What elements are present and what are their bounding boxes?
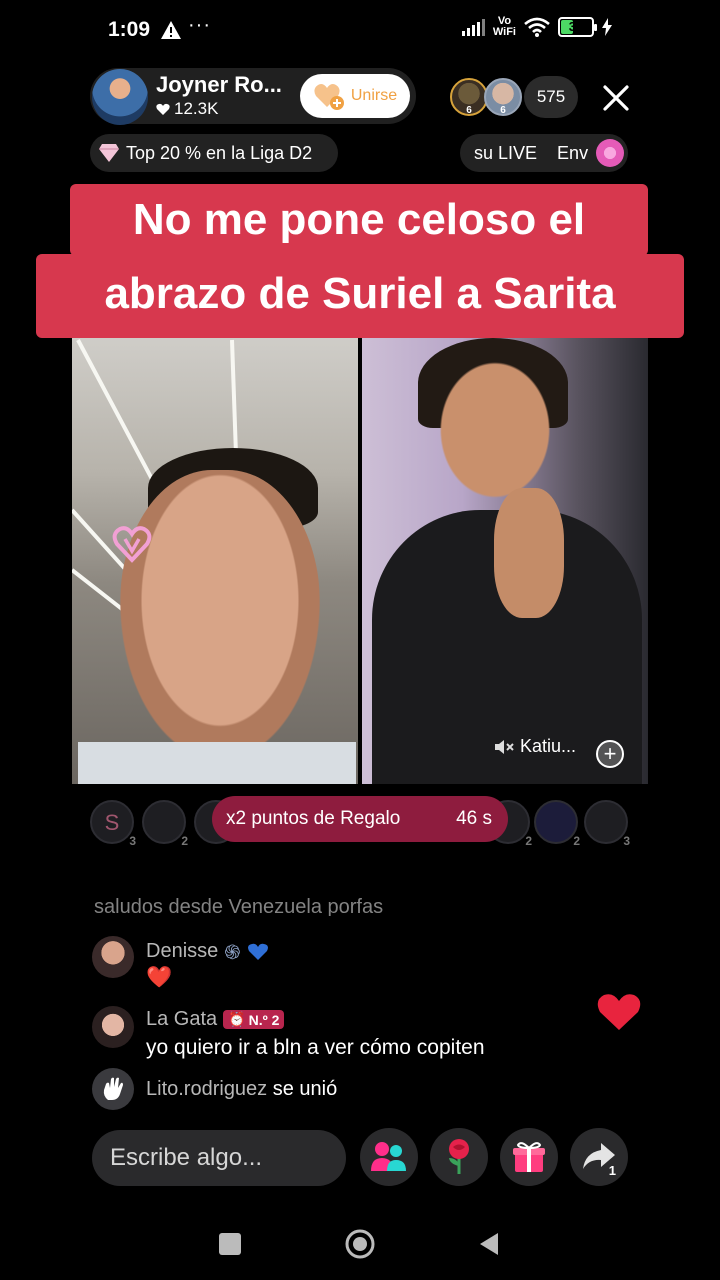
viewer-rank-badge: 6 bbox=[466, 105, 472, 116]
gift-points-timer: 46 s bbox=[456, 808, 492, 829]
caption-line-2: abrazo de Suriel a Sarita bbox=[36, 254, 684, 338]
join-button[interactable]: Unirse bbox=[300, 74, 410, 118]
viewer-avatar[interactable]: 6 bbox=[484, 78, 522, 116]
host-likes-count: 12.3K bbox=[174, 99, 219, 118]
status-bar: 1:09 ··· Vo WiFi 38 bbox=[0, 0, 720, 62]
muted-speaker-icon bbox=[495, 739, 514, 754]
chat-avatar[interactable] bbox=[92, 936, 134, 978]
viewer-avatar[interactable]: 6 bbox=[450, 78, 488, 116]
live-promo-pill[interactable]: su LIVE Env bbox=[460, 134, 628, 172]
gift-points-banner[interactable]: x2 puntos de Regalo 46 s bbox=[212, 796, 508, 842]
share-count: 1 bbox=[608, 1163, 616, 1178]
rose-icon bbox=[449, 1139, 469, 1174]
status-more-dots: ··· bbox=[188, 14, 211, 36]
alarm-icon: ⏰ bbox=[228, 1011, 246, 1027]
people-icon bbox=[371, 1142, 406, 1171]
rose-gift-button[interactable] bbox=[430, 1128, 488, 1186]
host-video-shirt bbox=[78, 742, 356, 784]
fingerprint-icon: ֍ bbox=[224, 942, 241, 964]
gifter-avatar[interactable]: 3 bbox=[584, 800, 630, 848]
join-username[interactable]: Lito.rodriguez bbox=[146, 1078, 267, 1100]
chat-username[interactable]: Denisse ֍ bbox=[146, 938, 269, 965]
charging-icon bbox=[602, 18, 612, 36]
flower-gift-icon bbox=[596, 139, 624, 167]
rank-badge: ⏰ N.º 2 bbox=[223, 1010, 285, 1029]
status-time: 1:09 bbox=[108, 18, 151, 41]
caption-line-1: No me pone celoso el bbox=[70, 184, 648, 256]
league-rank-label: Top 20 % en la Liga D2 bbox=[126, 142, 313, 163]
gift-button[interactable] bbox=[500, 1128, 558, 1186]
chat-avatar[interactable] bbox=[92, 1006, 134, 1048]
viewer-count[interactable]: 575 bbox=[524, 76, 578, 118]
gifter-avatar[interactable]: S 3 bbox=[90, 800, 136, 848]
guest-name-tag[interactable]: Katiu... bbox=[494, 736, 576, 757]
gifter-avatar[interactable]: 2 bbox=[142, 800, 188, 848]
back-triangle-icon[interactable] bbox=[474, 1228, 506, 1260]
chat-message-faded: saludos desde Venezuela porfas bbox=[94, 896, 384, 916]
live-promo-label: su LIVE bbox=[474, 142, 538, 163]
viewer-rank-badge: 6 bbox=[500, 105, 506, 116]
battery-icon: 38 bbox=[558, 17, 597, 37]
league-rank-pill[interactable]: Top 20 % en la Liga D2 bbox=[90, 134, 338, 172]
heart-icon bbox=[156, 103, 170, 115]
gifter-avatar[interactable]: 2 bbox=[534, 800, 580, 848]
gift-box-icon bbox=[513, 1142, 545, 1172]
heart-plus-icon bbox=[314, 84, 344, 110]
warning-icon bbox=[161, 21, 181, 39]
floating-heart-icon bbox=[597, 994, 641, 1030]
join-button-label: Unirse bbox=[350, 87, 398, 104]
share-button[interactable]: 1 bbox=[570, 1128, 628, 1186]
multi-guest-button[interactable] bbox=[360, 1128, 418, 1186]
guest-name: Katiu... bbox=[520, 736, 577, 756]
recents-square-icon[interactable] bbox=[214, 1228, 246, 1260]
gift-points-label: x2 puntos de Regalo bbox=[226, 808, 401, 829]
battery-level: 38 bbox=[568, 19, 584, 34]
host-video-face bbox=[120, 470, 320, 760]
diamond-icon bbox=[99, 144, 119, 162]
status-indicators: Vo WiFi 38 bbox=[461, 15, 612, 38]
guest-video-face bbox=[430, 350, 560, 510]
follow-guest-button[interactable]: + bbox=[596, 740, 624, 768]
vowifi-label: Vo WiFi bbox=[492, 15, 516, 38]
host-likes: 12.3K bbox=[156, 99, 218, 119]
signal-icon bbox=[461, 18, 485, 36]
chat-text: ❤️ bbox=[146, 966, 173, 989]
system-nav-bar bbox=[0, 1210, 720, 1280]
host-name[interactable]: Joyner Ro... bbox=[156, 72, 282, 98]
blue-heart-icon bbox=[247, 943, 268, 960]
close-icon[interactable] bbox=[598, 80, 634, 116]
top-viewers[interactable]: 6 6 575 bbox=[448, 76, 578, 118]
wifi-icon bbox=[524, 17, 550, 37]
home-circle-icon[interactable] bbox=[344, 1228, 376, 1260]
comment-input[interactable] bbox=[92, 1130, 346, 1186]
join-text: Lito.rodriguez se unió bbox=[146, 1078, 338, 1100]
chat-username[interactable]: La Gata ⏰ N.º 2 bbox=[146, 1008, 285, 1031]
host-card[interactable]: Joyner Ro... 12.3K Unirse bbox=[90, 68, 416, 125]
chat-text: yo quiero ir a bln a ver cómo copiten bbox=[146, 1036, 485, 1059]
wave-hand-icon bbox=[92, 1068, 134, 1110]
host-avatar[interactable] bbox=[92, 69, 148, 125]
live-promo-label-2: Env bbox=[557, 142, 589, 163]
heart-sticker-icon bbox=[112, 526, 152, 563]
guest-video-hands bbox=[494, 488, 564, 618]
